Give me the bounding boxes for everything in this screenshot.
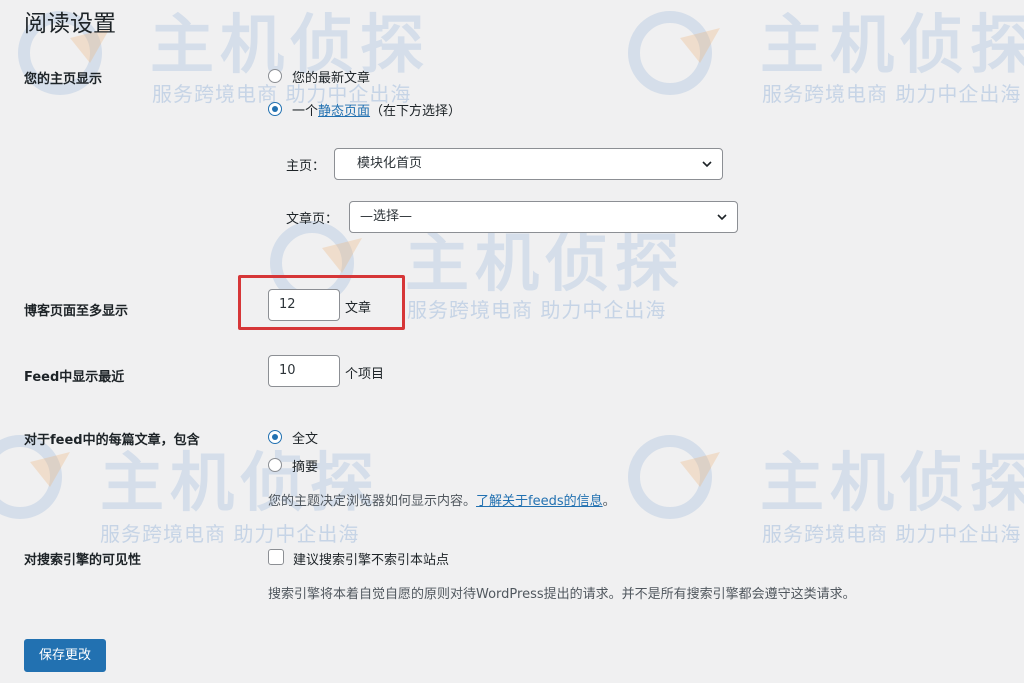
watermark-globe-icon (628, 11, 720, 95)
highlight-box (238, 275, 405, 330)
homepage-select[interactable]: 模块化首页 (334, 148, 723, 180)
feeds-info-link[interactable]: 了解关于feeds的信息 (476, 494, 603, 509)
feed-recent-label: Feed中显示最近 (24, 370, 125, 385)
radio-latest-posts[interactable] (268, 69, 282, 83)
save-changes-button[interactable]: 保存更改 (24, 639, 106, 672)
posts-page-select-label: 文章页： (286, 212, 339, 227)
homepage-select-value: 模块化首页 (357, 156, 423, 171)
static-prefix: 一个 (292, 104, 319, 119)
search-visibility-label: 对搜索引擎的可见性 (24, 553, 142, 568)
watermark-logo-text: 主机侦探 (150, 9, 430, 83)
discourage-search-checkbox[interactable] (268, 549, 284, 565)
watermark: 主机侦探 服务跨境电商 助力中企出海 主机侦探 服务跨境电商 助力中企出海 主机… (0, 0, 1024, 683)
radio-static-page-label: 一个静态页面（在下方选择） (292, 100, 461, 119)
posts-page-select-value: —选择— (360, 209, 413, 224)
feed-hint-text: 您的主题决定浏览器如何显示内容。 (268, 494, 477, 509)
chevron-down-icon (702, 161, 712, 168)
homepage-display-label: 您的主页显示 (24, 72, 103, 87)
static-suffix: （在下方选择） (370, 104, 462, 119)
chevron-down-icon (717, 214, 727, 221)
watermark-slogan: 服务跨境电商 助力中企出海 (762, 522, 1022, 546)
radio-full-text-label: 全文 (292, 432, 319, 447)
feed-content-label: 对于feed中的每篇文章，包含 (24, 433, 200, 448)
posts-page-select[interactable]: —选择— (349, 201, 738, 233)
homepage-select-label: 主页： (286, 159, 326, 174)
radio-summary-label: 摘要 (292, 460, 319, 475)
watermark-slogan: 服务跨境电商 助力中企出海 (762, 82, 1022, 106)
feed-items-unit: 个项目 (345, 367, 385, 382)
static-page-link[interactable]: 静态页面 (318, 104, 370, 119)
watermark-logo-text: 主机侦探 (760, 447, 1024, 521)
radio-latest-posts-label: 您的最新文章 (292, 71, 371, 86)
search-visibility-hint: 搜索引擎将本着自觉自愿的原则对待WordPress提出的请求。并不是所有搜索引擎… (268, 587, 856, 602)
feed-items-input[interactable]: 10 (268, 355, 340, 387)
feed-content-hint: 您的主题决定浏览器如何显示内容。了解关于feeds的信息。 (268, 490, 616, 509)
radio-summary[interactable] (268, 458, 282, 472)
watermark-slogan: 服务跨境电商 助力中企出海 (100, 522, 360, 546)
feed-hint-suffix: 。 (602, 494, 616, 509)
page-title: 阅读设置 (24, 11, 116, 37)
radio-full-text[interactable] (268, 430, 282, 444)
watermark-slogan: 服务跨境电商 助力中企出海 (407, 298, 667, 322)
radio-static-page[interactable] (268, 102, 282, 116)
watermark-globe-icon (628, 435, 720, 519)
watermark-logo-text: 主机侦探 (760, 9, 1024, 83)
blog-pages-label: 博客页面至多显示 (24, 304, 129, 319)
discourage-search-label: 建议搜索引擎不索引本站点 (293, 553, 450, 568)
